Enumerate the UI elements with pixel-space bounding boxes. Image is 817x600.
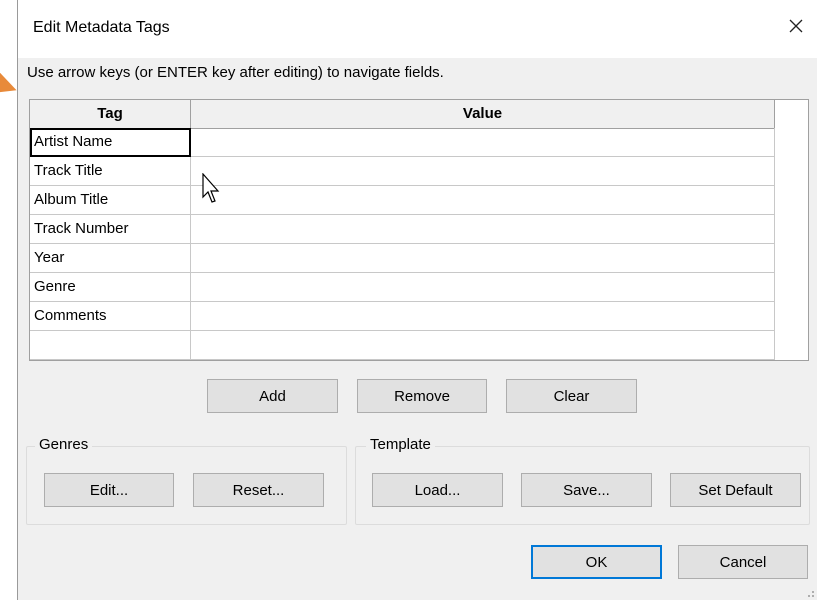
value-cell[interactable] bbox=[191, 273, 775, 302]
tag-cell[interactable]: Artist Name bbox=[30, 128, 191, 157]
tag-column-header[interactable]: Tag bbox=[30, 100, 191, 128]
table-row: Album Title bbox=[30, 186, 775, 215]
value-cell[interactable] bbox=[191, 244, 775, 273]
set-default-button[interactable]: Set Default bbox=[670, 473, 801, 507]
value-cell[interactable] bbox=[191, 302, 775, 331]
dialog-title: Edit Metadata Tags bbox=[33, 19, 170, 36]
table-row: Track Number bbox=[30, 215, 775, 244]
template-label: Template bbox=[366, 436, 435, 453]
tag-cell[interactable]: Album Title bbox=[30, 186, 191, 215]
tag-cell[interactable]: Track Title bbox=[30, 157, 191, 186]
value-cell[interactable] bbox=[191, 157, 775, 186]
table-row: Artist Name bbox=[30, 128, 775, 157]
value-cell[interactable] bbox=[191, 128, 775, 157]
table-row: Year bbox=[30, 244, 775, 273]
ok-button[interactable]: OK bbox=[531, 545, 662, 579]
value-cell[interactable] bbox=[191, 215, 775, 244]
tag-cell[interactable]: Comments bbox=[30, 302, 191, 331]
genres-reset-button[interactable]: Reset... bbox=[193, 473, 324, 507]
table-row: Track Title bbox=[30, 157, 775, 186]
remove-button[interactable]: Remove bbox=[357, 379, 487, 413]
tag-cell[interactable]: Genre bbox=[30, 273, 191, 302]
value-cell[interactable] bbox=[191, 186, 775, 215]
tag-cell[interactable]: Track Number bbox=[30, 215, 191, 244]
genres-edit-button[interactable]: Edit... bbox=[44, 473, 174, 507]
tag-cell[interactable]: Year bbox=[30, 244, 191, 273]
table-row bbox=[30, 331, 775, 360]
table-row: Genre bbox=[30, 273, 775, 302]
instruction-text: Use arrow keys (or ENTER key after editi… bbox=[27, 64, 444, 81]
cancel-button[interactable]: Cancel bbox=[678, 545, 808, 579]
close-button[interactable] bbox=[776, 8, 816, 44]
grid-header: Tag Value bbox=[30, 100, 775, 129]
close-icon bbox=[789, 19, 803, 33]
mouse-pointer-icon bbox=[202, 173, 220, 203]
value-cell[interactable] bbox=[191, 331, 775, 360]
title-bar: Edit Metadata Tags bbox=[18, 0, 817, 58]
table-row: Comments bbox=[30, 302, 775, 331]
value-column-header[interactable]: Value bbox=[191, 100, 775, 128]
add-button[interactable]: Add bbox=[207, 379, 338, 413]
metadata-grid[interactable]: Tag Value Artist Name Track Title Album … bbox=[29, 99, 809, 361]
genres-label: Genres bbox=[35, 436, 93, 453]
edit-metadata-dialog: Edit Metadata Tags Use arrow keys (or EN… bbox=[17, 0, 817, 600]
template-load-button[interactable]: Load... bbox=[372, 473, 503, 507]
clear-button[interactable]: Clear bbox=[506, 379, 637, 413]
tag-cell[interactable] bbox=[30, 331, 191, 360]
resize-grip-icon[interactable] bbox=[805, 588, 815, 598]
template-save-button[interactable]: Save... bbox=[521, 473, 652, 507]
